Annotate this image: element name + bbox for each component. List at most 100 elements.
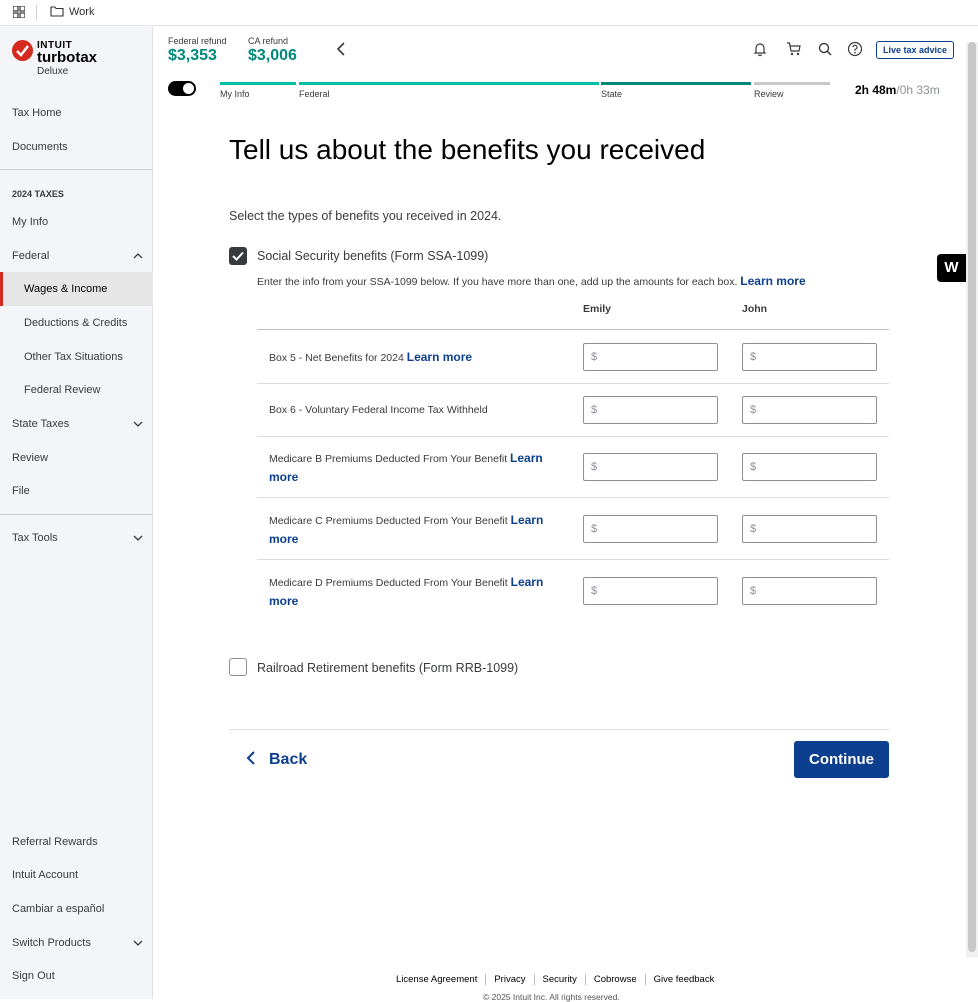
back-button[interactable]: Back (245, 750, 307, 769)
bell-icon[interactable] (752, 41, 768, 57)
checkmark-logo-icon (12, 40, 33, 61)
step-label-my-info[interactable]: My Info (220, 89, 250, 99)
cart-icon[interactable] (786, 41, 802, 57)
box6-john-input[interactable]: $ (742, 396, 877, 424)
footer-link-privacy[interactable]: Privacy (486, 974, 535, 985)
row-label-text: Box 6 - Voluntary Federal Income Tax Wit… (269, 404, 488, 416)
chevron-down-icon (133, 535, 143, 541)
row-divider (257, 497, 889, 498)
federal-refund-amount: $3,353 (168, 47, 217, 64)
sidebar-item-federal-review[interactable]: Federal Review (0, 373, 153, 407)
rrb-checkbox-label[interactable]: Railroad Retirement benefits (Form RRB-1… (257, 661, 518, 675)
sidebar-item-review[interactable]: Review (0, 441, 153, 475)
apps-grid-icon[interactable] (13, 6, 25, 18)
chevron-up-icon (133, 253, 143, 259)
column-header-emily: Emily (583, 303, 612, 315)
table-header-divider (257, 329, 889, 330)
state-refund-label: CA refund (248, 36, 289, 46)
actions-divider (229, 729, 889, 730)
workspace-tab[interactable]: Work (69, 6, 94, 18)
learn-more-link[interactable]: Learn more (740, 274, 805, 288)
sidebar-item-tax-tools[interactable]: Tax Tools (0, 521, 153, 555)
row-label-text: Medicare B Premiums Deducted From Your B… (269, 453, 508, 465)
search-icon[interactable] (817, 41, 833, 57)
medicare-d-john-input[interactable]: $ (742, 577, 877, 605)
sidebar-item-state-taxes[interactable]: State Taxes (0, 407, 153, 441)
sidebar-item-file[interactable]: File (0, 474, 153, 508)
currency-prefix: $ (750, 523, 757, 535)
toggle-knob (183, 83, 194, 94)
sidebar-item-federal[interactable]: Federal (0, 239, 153, 273)
sidebar-divider (0, 514, 153, 515)
learn-more-link[interactable]: Learn more (407, 350, 472, 364)
back-label: Back (269, 751, 308, 768)
sidebar-item-wages-income[interactable]: Wages & Income (0, 272, 153, 306)
live-tax-advice-button[interactable]: Live tax advice (876, 41, 954, 59)
sidebar-item-documents[interactable]: Documents (0, 130, 153, 164)
currency-prefix: $ (750, 585, 757, 597)
sidebar-item-my-info[interactable]: My Info (0, 205, 153, 239)
sidebar-item-intuit-account[interactable]: Intuit Account (0, 858, 153, 892)
help-icon[interactable] (847, 41, 863, 57)
chevron-down-icon (133, 940, 143, 946)
browser-bar: Work (0, 0, 978, 26)
footer-link-feedback[interactable]: Give feedback (646, 974, 723, 985)
ssa-checkbox-label[interactable]: Social Security benefits (Form SSA-1099) (257, 249, 488, 263)
ssa-checkbox[interactable] (229, 247, 247, 265)
scrollbar-thumb[interactable] (968, 42, 976, 952)
column-header-john: John (742, 303, 768, 315)
row-label-box5: Box 5 - Net Benefits for 2024 Learn more (269, 348, 569, 367)
sidebar-section-heading: 2024 TAXES (12, 189, 64, 199)
sidebar-item-tax-home[interactable]: Tax Home (0, 96, 153, 130)
sidebar-item-sign-out[interactable]: Sign Out (0, 959, 153, 993)
sidebar-item-other-tax-situations[interactable]: Other Tax Situations (0, 340, 153, 374)
box5-emily-input[interactable]: $ (583, 343, 718, 371)
step-label-state[interactable]: State (601, 89, 622, 99)
sidebar-item-language[interactable]: Cambiar a español (0, 892, 153, 926)
scrollbar[interactable] (966, 42, 978, 957)
refund-header: Federal refund $3,353 CA refund $3,006 L… (154, 27, 978, 73)
currency-prefix: $ (591, 404, 598, 416)
ssa-helper-text: Enter the info from your SSA-1099 below.… (257, 274, 806, 288)
footer-link-cobrowse[interactable]: Cobrowse (585, 974, 646, 985)
progress-tracker: My Info Federal State Review 2h 48m/0h 3… (154, 73, 978, 108)
medicare-b-john-input[interactable]: $ (742, 453, 877, 481)
currency-prefix: $ (591, 461, 598, 473)
sidebar-item-referral-rewards[interactable]: Referral Rewards (0, 825, 153, 859)
sidebar-item-label: Switch Products (12, 937, 91, 949)
w-badge-button[interactable]: W (937, 254, 966, 282)
sidebar-item-switch-products[interactable]: Switch Products (0, 926, 153, 960)
medicare-b-emily-input[interactable]: $ (583, 453, 718, 481)
step-label-federal[interactable]: Federal (299, 89, 330, 99)
medicare-d-emily-input[interactable]: $ (583, 577, 718, 605)
federal-refund[interactable]: Federal refund $3,353 (168, 36, 227, 65)
footer-link-license[interactable]: License Agreement (388, 974, 487, 985)
row-label-box6: Box 6 - Voluntary Federal Income Tax Wit… (269, 401, 569, 419)
row-label-text: Box 5 - Net Benefits for 2024 (269, 352, 404, 364)
federal-refund-label: Federal refund (168, 36, 227, 46)
medicare-c-john-input[interactable]: $ (742, 515, 877, 543)
rrb-checkbox[interactable] (229, 658, 247, 676)
sidebar-item-label: Tax Tools (12, 532, 58, 544)
copyright: © 2025 Intuit Inc. All rights reserved. (483, 992, 620, 1002)
step-label-review[interactable]: Review (754, 89, 784, 99)
footer-link-security[interactable]: Security (534, 974, 586, 985)
sidebar-item-label: Federal (12, 250, 50, 262)
row-label-medicare-b: Medicare B Premiums Deducted From Your B… (269, 449, 569, 487)
box5-john-input[interactable]: $ (742, 343, 877, 371)
sidebar: INTUIT turbotax Deluxe Tax Home Document… (0, 27, 153, 999)
currency-prefix: $ (591, 585, 598, 597)
chevron-left-icon[interactable] (334, 41, 350, 57)
medicare-c-emily-input[interactable]: $ (583, 515, 718, 543)
chevron-down-icon (133, 421, 143, 427)
view-toggle[interactable] (168, 81, 196, 96)
continue-button[interactable]: Continue (794, 741, 889, 778)
state-refund[interactable]: CA refund $3,006 (248, 36, 297, 65)
row-label-medicare-c: Medicare C Premiums Deducted From Your B… (269, 511, 569, 549)
currency-prefix: $ (591, 523, 598, 535)
sidebar-item-deductions-credits[interactable]: Deductions & Credits (0, 306, 153, 340)
edition-label: Deluxe (37, 66, 69, 77)
box6-emily-input[interactable]: $ (583, 396, 718, 424)
row-divider (257, 559, 889, 560)
page-title: Tell us about the benefits you received (229, 134, 706, 165)
